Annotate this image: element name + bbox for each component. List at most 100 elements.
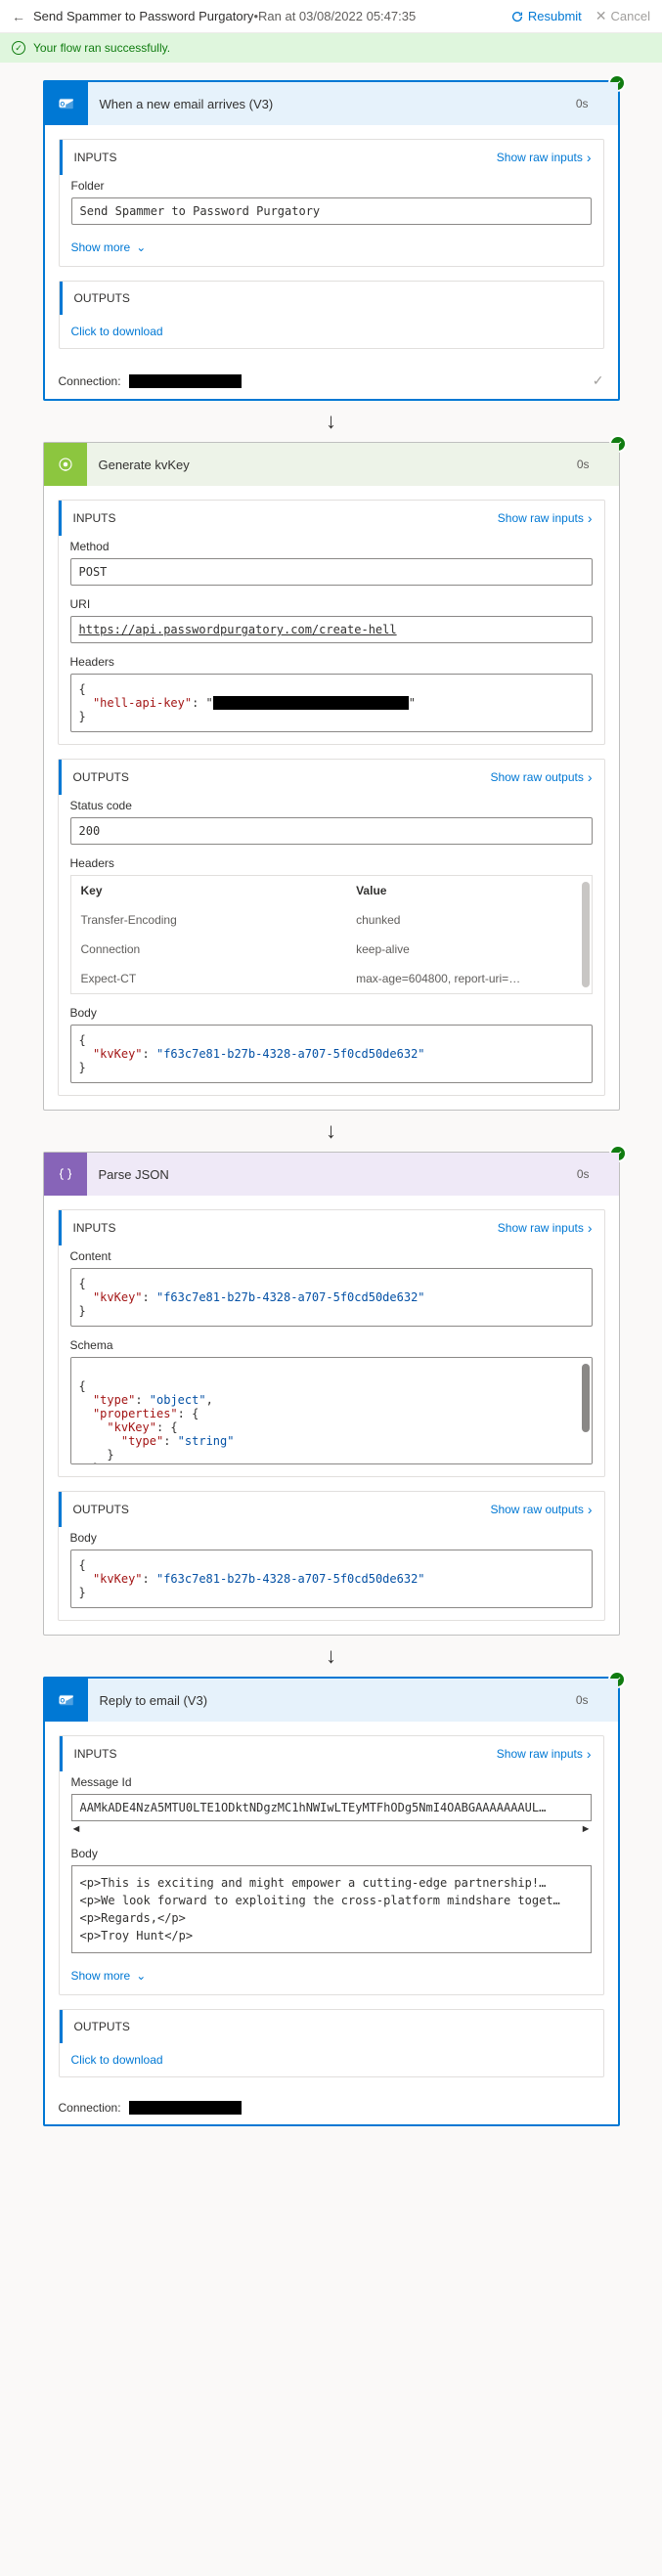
arrow-down-icon: ↓ [43,409,620,434]
inputs-title: INPUTS [73,511,116,525]
inputs-panel: INPUTS Show raw inputs› Message Id AAMkA… [59,1735,604,1995]
show-raw-outputs-link[interactable]: Show raw outputs› [490,1502,592,1517]
uri-link[interactable]: https://api.passwordpurgatory.com/create… [79,623,397,636]
body-value: <p>This is exciting and might empower a … [71,1865,592,1953]
show-more-link[interactable]: Show more ⌄ [71,240,147,254]
outputs-title: OUTPUTS [73,1503,129,1516]
card-duration: 0s [576,1693,618,1707]
body-label: Body [70,1531,593,1545]
connection-value-redacted [129,2101,242,2115]
card-reply-email: O Reply to email (V3) 0s INPUTS Show raw… [43,1677,620,2126]
card-header[interactable]: Generate kvKey 0s [44,443,619,486]
card-parse-json: Parse JSON 0s INPUTS Show raw inputs› Co… [43,1152,620,1636]
card-duration: 0s [577,1167,619,1181]
chevron-right-icon: › [587,150,592,165]
headers-label: Headers [70,655,593,669]
download-outputs-link[interactable]: Click to download [60,315,603,348]
show-raw-inputs-link[interactable]: Show raw inputs› [498,510,593,526]
show-more-link[interactable]: Show more ⌄ [71,1969,147,1983]
show-raw-inputs-link[interactable]: Show raw inputs› [497,1746,592,1762]
chevron-right-icon: › [588,1502,593,1517]
scrollbar[interactable] [582,1364,590,1432]
show-raw-inputs-link[interactable]: Show raw inputs› [497,150,592,165]
scroll-right-icon: ► [581,1823,592,1835]
connection-check-icon: ✓ [593,372,604,389]
arrow-down-icon: ↓ [43,1643,620,1669]
download-outputs-link[interactable]: Click to download [60,2043,603,2076]
folder-value: Send Spammer to Password Purgatory [71,197,592,225]
outputs-panel: OUTPUTS Show raw outputs› Status code 20… [58,759,605,1096]
chevron-right-icon: › [588,510,593,526]
content-label: Content [70,1249,593,1263]
resubmit-button[interactable]: Resubmit [510,9,582,23]
outputs-title: OUTPUTS [74,2020,130,2033]
connection-label: Connection: [59,2101,121,2115]
show-raw-outputs-link[interactable]: Show raw outputs› [490,769,592,785]
card-email-trigger: O When a new email arrives (V3) 0s INPUT… [43,80,620,401]
body-label: Body [71,1847,592,1860]
cancel-button: ✕ Cancel [596,8,650,24]
msgid-label: Message Id [71,1775,592,1789]
outputs-panel: OUTPUTS Click to download [59,281,604,349]
topbar: ← Send Spammer to Password Purgatory • R… [0,0,662,33]
inputs-panel: INPUTS Show raw inputs› Content { "kvKey… [58,1209,605,1477]
schema-json: { "type": "object", "properties": { "kvK… [70,1357,593,1464]
method-label: Method [70,540,593,553]
inputs-panel: INPUTS Show raw inputs› Method POST URI … [58,500,605,745]
card-header[interactable]: O When a new email arrives (V3) 0s [45,82,618,125]
resubmit-label: Resubmit [528,9,582,23]
table-row: Transfer-Encodingchunked [71,905,592,935]
chevron-down-icon: ⌄ [136,240,146,254]
card-duration: 0s [577,458,619,471]
svg-text:O: O [60,1698,65,1704]
headers-json: { "hell-api-key": " "} [70,674,593,732]
refresh-icon [510,10,524,23]
http-icon [44,443,87,486]
card-duration: 0s [576,97,618,110]
schema-label: Schema [70,1338,593,1352]
method-value: POST [70,558,593,586]
card-header[interactable]: Parse JSON 0s [44,1153,619,1196]
connection-label: Connection: [59,374,121,388]
msgid-scrollbar[interactable]: ◄► [71,1823,592,1835]
table-row: Connectionkeep-alive [71,935,592,964]
chevron-right-icon: › [587,1746,592,1762]
connection-value-redacted [129,374,242,388]
table-row: Expect-CTmax-age=604800, report-uri=… [71,964,592,993]
connection-row: Connection: ✓ [45,363,618,399]
card-title: Generate kvKey [87,458,577,472]
status-value: 200 [70,817,593,845]
col-value: Value [356,884,581,897]
body-label: Body [70,1006,593,1020]
show-raw-inputs-link[interactable]: Show raw inputs› [498,1220,593,1236]
data-operation-icon [44,1153,87,1196]
status-label: Status code [70,799,593,812]
back-arrow-icon[interactable]: ← [12,9,25,24]
outputs-panel: OUTPUTS Show raw outputs› Body { "kvKey"… [58,1491,605,1621]
inputs-title: INPUTS [74,1747,117,1761]
card-title: When a new email arrives (V3) [88,97,576,111]
out-headers-label: Headers [70,856,593,870]
card-title: Parse JSON [87,1167,577,1182]
col-key: Key [81,884,357,897]
card-header[interactable]: O Reply to email (V3) 0s [45,1679,618,1722]
flow-column: O When a new email arrives (V3) 0s INPUT… [43,80,620,2126]
outlook-icon: O [45,82,88,125]
msgid-value: AAMkADE4NzA5MTU0LTE1ODktNDgzMC1hNWIwLTEy… [71,1794,592,1821]
scroll-left-icon: ◄ [71,1823,82,1835]
scrollbar[interactable] [582,882,590,987]
ran-at-label: Ran at 03/08/2022 05:47:35 [258,9,416,23]
body-json: { "kvKey": "f63c7e81-b27b-4328-a707-5f0c… [70,1550,593,1608]
success-message: Your flow ran successfully. [33,41,170,55]
connection-row: Connection: [45,2091,618,2124]
uri-label: URI [70,597,593,611]
flow-title: Send Spammer to Password Purgatory [33,9,253,23]
uri-value: https://api.passwordpurgatory.com/create… [70,616,593,643]
inputs-title: INPUTS [74,151,117,164]
card-generate-kvkey: Generate kvKey 0s INPUTS Show raw inputs… [43,442,620,1111]
card-title: Reply to email (V3) [88,1693,576,1708]
close-icon: ✕ [596,8,607,24]
folder-label: Folder [71,179,592,193]
inputs-title: INPUTS [73,1221,116,1235]
outlook-icon: O [45,1679,88,1722]
